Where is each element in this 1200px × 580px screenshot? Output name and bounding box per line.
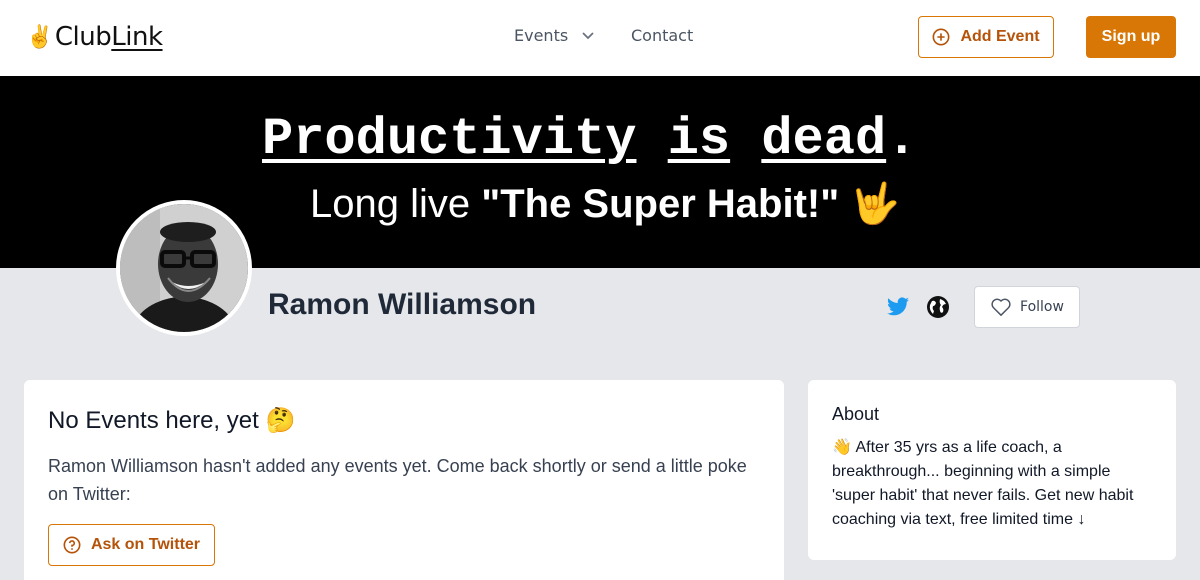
nav-events-dropdown[interactable]: Events [514,26,594,45]
banner-word-productivity: Productivity [262,110,637,169]
banner-subline: Long live "The Super Habit!" 🤟 [310,180,900,227]
banner-headline: Productivity is dead. [262,110,917,169]
nav-contact-link[interactable]: Contact [631,26,693,45]
victory-hand-icon: ✌️ [26,24,53,50]
add-event-button[interactable]: Add Event [918,16,1054,58]
add-event-label: Add Event [960,28,1040,45]
heart-outline-icon [991,298,1011,316]
about-text: 👋 After 35 yrs as a life coach, a breakt… [832,439,1134,528]
events-empty-title: No Events here, yet 🤔 [48,407,296,434]
sign-up-button[interactable]: Sign up [1086,16,1176,58]
banner-word-is: is [667,110,731,169]
logo-text-club: Club [54,22,112,52]
ask-on-twitter-label: Ask on Twitter [90,536,201,553]
banner-period: . [886,110,918,169]
plus-circle-icon [932,28,950,46]
follow-label: Follow [1020,299,1064,315]
clublink-logo[interactable]: ✌️ Club Link [26,22,163,52]
events-card: No Events here, yet 🤔 Ramon Williamson h… [24,380,784,580]
avatar-portrait [120,204,248,332]
question-circle-icon [63,536,81,554]
profile-name: Ramon Williamson [268,288,537,321]
nav-events-label: Events [514,26,569,45]
banner-word-dead: dead [761,110,887,169]
rock-hand-icon: 🤟 [850,182,901,226]
top-nav-bar: ✌️ Club Link Events Contact Add Event Sig… [0,0,1200,76]
logo-text-link: Link [111,22,163,52]
avatar [116,200,252,336]
follow-button[interactable]: Follow [974,286,1080,328]
about-card: About 👋 After 35 yrs as a life coach, a … [808,380,1176,560]
banner-subline-prefix: Long live [310,182,482,226]
events-empty-message: Ramon Williamson hasn't added any events… [48,456,747,504]
banner-subline-bold: "The Super Habit!" [481,182,840,226]
globe-icon[interactable] [926,295,950,319]
ask-on-twitter-button[interactable]: Ask on Twitter [48,524,215,566]
twitter-icon[interactable] [886,295,910,319]
about-title: About [832,404,880,424]
chevron-down-icon [582,31,594,39]
